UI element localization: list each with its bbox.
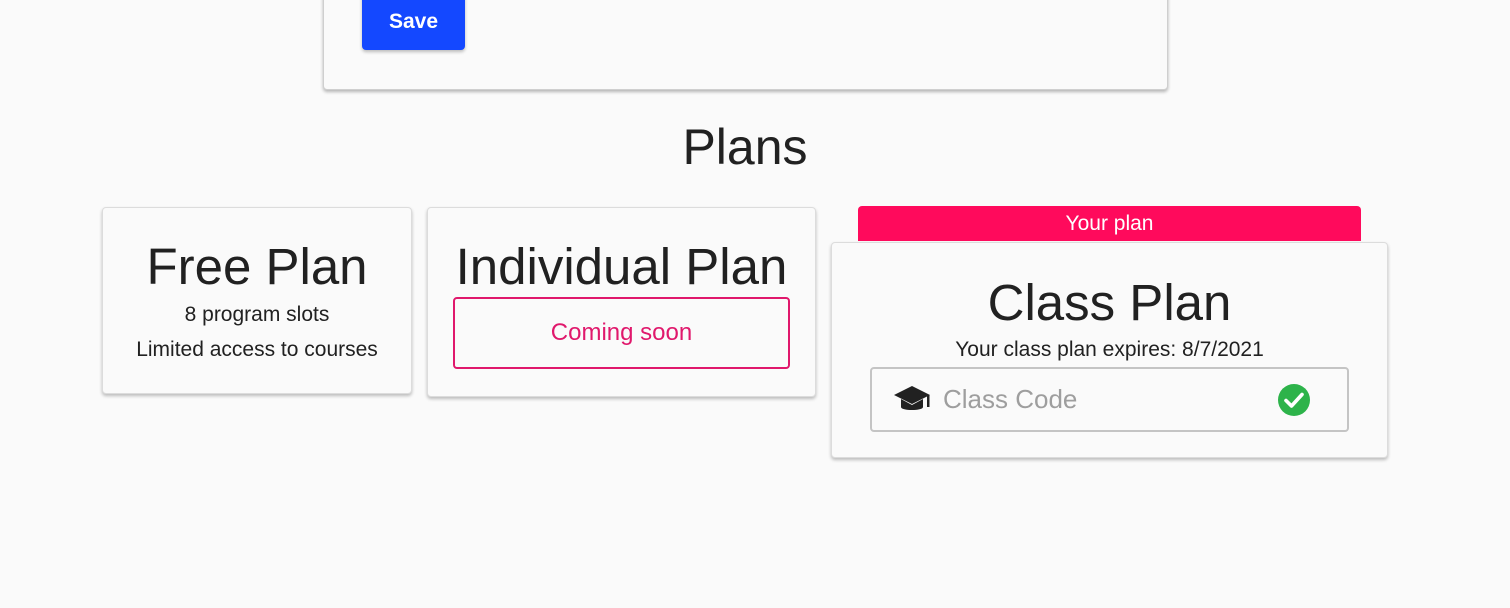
graduation-cap-icon [892, 383, 932, 417]
check-circle-icon [1277, 383, 1311, 417]
account-settings-card: Save [323, 0, 1168, 90]
course-access-text: Limited access to courses [136, 338, 378, 361]
save-button[interactable]: Save [362, 0, 465, 50]
program-slots-text: 8 program slots [184, 303, 330, 326]
free-plan-card: Free Plan 8 program slots Limited access… [102, 207, 412, 394]
class-code-input[interactable] [943, 379, 1263, 419]
plan-expiry-text: Your class plan expires: 8/7/2021 [955, 338, 1264, 361]
class-plan-card: Class Plan Your class plan expires: 8/7/… [831, 242, 1388, 458]
plans-heading: Plans [682, 119, 808, 175]
class-plan-title: Class Plan [987, 274, 1232, 331]
coming-soon-button[interactable]: Coming soon [453, 297, 790, 369]
your-plan-badge: Your plan [858, 206, 1361, 241]
individual-plan-title: Individual Plan [455, 238, 788, 295]
class-code-field[interactable] [870, 367, 1349, 432]
free-plan-title: Free Plan [146, 238, 368, 295]
individual-plan-card: Individual Plan Coming soon [427, 207, 816, 397]
